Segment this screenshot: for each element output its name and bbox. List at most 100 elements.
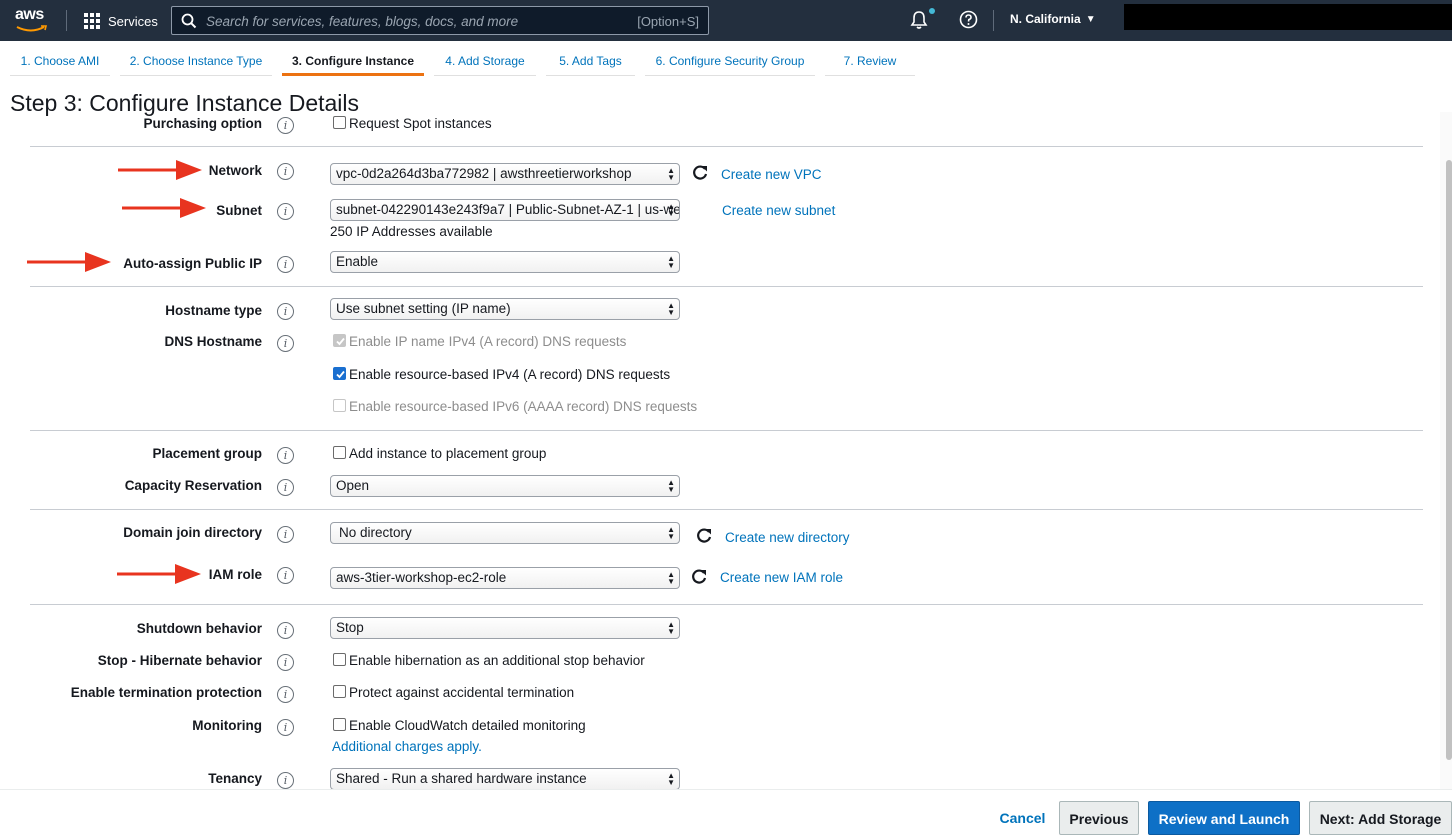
cancel-button[interactable]: Cancel bbox=[995, 801, 1050, 835]
tenancy-select[interactable]: Shared - Run a shared hardware instance … bbox=[330, 768, 680, 789]
nav-separator bbox=[993, 10, 994, 31]
info-icon[interactable]: i bbox=[277, 479, 294, 496]
network-label: Network bbox=[208, 163, 262, 178]
notifications-bell-icon[interactable] bbox=[908, 9, 930, 31]
aws-logo[interactable]: aws bbox=[14, 6, 52, 34]
subnet-ip-helper: 250 IP Addresses available bbox=[330, 224, 493, 239]
dns-resource-ipv6-checkbox bbox=[333, 399, 346, 412]
configure-instance-form: Purchasing option i Request Spot instanc… bbox=[0, 112, 1452, 789]
select-arrows-icon: ▲ ▼ bbox=[667, 620, 675, 636]
info-icon[interactable]: i bbox=[277, 526, 294, 543]
info-icon[interactable]: i bbox=[277, 622, 294, 639]
grid-icon bbox=[84, 13, 100, 29]
tab-choose-instance-type[interactable]: 2. Choose Instance Type bbox=[120, 46, 272, 76]
capacity-reservation-label: Capacity Reservation bbox=[124, 478, 262, 493]
select-arrows-icon: ▲ ▼ bbox=[667, 525, 675, 541]
dns-resource-ipv4-checkbox[interactable] bbox=[333, 367, 346, 380]
termination-protection-checkbox-label: Protect against accidental termination bbox=[349, 685, 575, 700]
section-divider bbox=[30, 286, 1423, 287]
select-arrows-icon: ▲ ▼ bbox=[667, 254, 675, 270]
tab-review[interactable]: 7. Review bbox=[825, 46, 915, 76]
select-arrows-icon: ▲ ▼ bbox=[667, 166, 675, 182]
region-label: N. California bbox=[1010, 12, 1081, 26]
monitoring-label: Monitoring bbox=[192, 718, 262, 733]
capacity-reservation-value: Open bbox=[336, 478, 370, 493]
info-icon[interactable]: i bbox=[277, 447, 294, 464]
refresh-icon[interactable] bbox=[691, 164, 709, 182]
tenancy-label: Tenancy bbox=[208, 771, 262, 786]
domain-join-select[interactable]: No directory ▲ ▼ bbox=[330, 522, 680, 544]
additional-charges-link[interactable]: Additional charges apply. bbox=[332, 739, 482, 754]
region-selector[interactable]: N. California ▼ bbox=[1010, 12, 1096, 26]
services-label: Services bbox=[108, 13, 158, 29]
wizard-footer: Cancel Previous Review and Launch Next: … bbox=[0, 789, 1452, 837]
account-menu-redacted[interactable] bbox=[1124, 4, 1452, 30]
subnet-select[interactable]: subnet-042290143e243f9a7 | Public-Subnet… bbox=[330, 199, 680, 221]
request-spot-checkbox[interactable] bbox=[333, 116, 346, 129]
info-icon[interactable]: i bbox=[277, 654, 294, 671]
create-new-subnet-link[interactable]: Create new subnet bbox=[722, 203, 835, 218]
termination-protection-checkbox[interactable] bbox=[333, 685, 346, 698]
info-icon[interactable]: i bbox=[277, 203, 294, 220]
section-divider bbox=[30, 146, 1423, 147]
tab-choose-ami[interactable]: 1. Choose AMI bbox=[10, 46, 110, 76]
placement-group-label: Placement group bbox=[152, 446, 262, 461]
nav-separator bbox=[66, 10, 67, 31]
create-new-vpc-link[interactable]: Create new VPC bbox=[721, 167, 822, 182]
tab-add-tags[interactable]: 5. Add Tags bbox=[546, 46, 635, 76]
tenancy-value: Shared - Run a shared hardware instance bbox=[336, 771, 587, 786]
hibernation-checkbox[interactable] bbox=[333, 653, 346, 666]
refresh-icon[interactable] bbox=[690, 568, 708, 586]
scrollbar-thumb[interactable] bbox=[1446, 160, 1452, 760]
info-icon[interactable]: i bbox=[277, 567, 294, 584]
info-icon[interactable]: i bbox=[277, 163, 294, 180]
review-and-launch-button[interactable]: Review and Launch bbox=[1148, 801, 1300, 835]
select-arrows-icon: ▲ ▼ bbox=[667, 570, 675, 586]
aws-logo-text: aws bbox=[15, 6, 44, 23]
tab-configure-instance[interactable]: 3. Configure Instance bbox=[282, 46, 424, 76]
search-icon bbox=[181, 13, 197, 29]
next-add-storage-button[interactable]: Next: Add Storage bbox=[1309, 801, 1452, 835]
placement-group-checkbox[interactable] bbox=[333, 446, 346, 459]
cloudwatch-monitoring-checkbox[interactable] bbox=[333, 718, 346, 731]
hostname-type-select[interactable]: Use subnet setting (IP name) ▲ ▼ bbox=[330, 298, 680, 320]
iam-role-select[interactable]: aws-3tier-workshop-ec2-role ▲ ▼ bbox=[330, 567, 680, 589]
refresh-icon[interactable] bbox=[695, 527, 713, 545]
info-icon[interactable]: i bbox=[277, 719, 294, 736]
hostname-type-label: Hostname type bbox=[165, 303, 262, 318]
services-menu-button[interactable]: Services bbox=[84, 11, 158, 31]
caret-down-icon: ▼ bbox=[1085, 13, 1096, 25]
capacity-reservation-select[interactable]: Open ▲ ▼ bbox=[330, 475, 680, 497]
create-new-directory-link[interactable]: Create new directory bbox=[725, 530, 850, 545]
section-divider bbox=[30, 604, 1423, 605]
select-arrows-icon: ▲ ▼ bbox=[667, 771, 675, 787]
network-value: vpc-0d2a264d3ba772982 | awsthreetierwork… bbox=[336, 166, 632, 181]
info-icon[interactable]: i bbox=[277, 303, 294, 320]
dns-resource-ipv6-label: Enable resource-based IPv6 (AAAA record)… bbox=[349, 399, 698, 414]
info-icon[interactable]: i bbox=[277, 117, 294, 134]
dns-hostname-label: DNS Hostname bbox=[164, 334, 262, 349]
search-input[interactable]: Search for services, features, blogs, do… bbox=[171, 6, 709, 35]
create-new-iam-role-link[interactable]: Create new IAM role bbox=[720, 570, 843, 585]
wizard-steps: 1. Choose AMI 2. Choose Instance Type 3.… bbox=[0, 46, 1452, 78]
shutdown-behavior-value: Stop bbox=[336, 620, 364, 635]
previous-button[interactable]: Previous bbox=[1059, 801, 1139, 835]
info-icon[interactable]: i bbox=[277, 686, 294, 703]
auto-assign-ip-label: Auto-assign Public IP bbox=[123, 256, 262, 271]
info-icon[interactable]: i bbox=[277, 772, 294, 789]
auto-assign-ip-select[interactable]: Enable ▲ ▼ bbox=[330, 251, 680, 273]
info-icon[interactable]: i bbox=[277, 256, 294, 273]
shutdown-behavior-select[interactable]: Stop ▲ ▼ bbox=[330, 617, 680, 639]
tab-configure-security-group[interactable]: 6. Configure Security Group bbox=[645, 46, 815, 76]
annotation-arrow-icon bbox=[122, 198, 206, 218]
section-divider bbox=[30, 430, 1423, 431]
info-icon[interactable]: i bbox=[277, 335, 294, 352]
iam-role-value: aws-3tier-workshop-ec2-role bbox=[336, 570, 507, 585]
network-select[interactable]: vpc-0d2a264d3ba772982 | awsthreetierwork… bbox=[330, 163, 680, 185]
help-icon[interactable] bbox=[959, 10, 978, 29]
tab-add-storage[interactable]: 4. Add Storage bbox=[434, 46, 536, 76]
cloudwatch-monitoring-label: Enable CloudWatch detailed monitoring bbox=[349, 718, 586, 733]
hostname-type-value: Use subnet setting (IP name) bbox=[336, 301, 511, 316]
hibernate-behavior-label: Stop - Hibernate behavior bbox=[97, 653, 262, 668]
dns-resource-ipv4-label: Enable resource-based IPv4 (A record) DN… bbox=[349, 367, 671, 382]
